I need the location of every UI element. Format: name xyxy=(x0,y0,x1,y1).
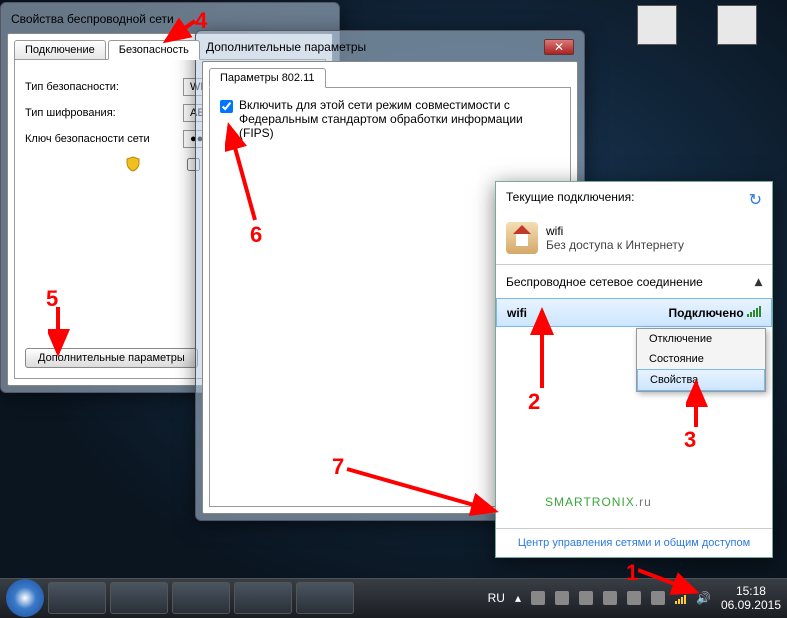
clock[interactable]: 15:18 06.09.2015 xyxy=(721,584,781,613)
desktop-icons xyxy=(627,5,767,75)
volume-icon[interactable]: 🔊 xyxy=(696,591,711,605)
tray-icon[interactable] xyxy=(627,591,641,605)
tray-icon[interactable] xyxy=(651,591,665,605)
network-name: wifi xyxy=(546,224,684,238)
advanced-params-button[interactable]: Дополнительные параметры xyxy=(25,348,198,368)
signal-icon xyxy=(747,305,761,317)
ctx-state[interactable]: Состояние xyxy=(637,349,765,369)
tray-icon[interactable] xyxy=(579,591,593,605)
home-network-icon xyxy=(506,222,538,254)
wifi-context-menu: Отключение Состояние Свойства xyxy=(636,328,766,392)
chevron-up-icon: ▴ xyxy=(755,273,762,290)
taskbar-app[interactable] xyxy=(172,582,230,614)
taskbar: RU ▴ 🔊 15:18 06.09.2015 xyxy=(0,578,787,618)
tray-icon[interactable] xyxy=(603,591,617,605)
taskbar-app[interactable] xyxy=(234,582,292,614)
wifi-connections-popup: Текущие подключения: ↻ wifi Без доступа … xyxy=(495,181,773,558)
close-icon: ✕ xyxy=(554,40,564,54)
tab-connection[interactable]: Подключение xyxy=(14,40,106,60)
current-connections-label: Текущие подключения: xyxy=(506,190,634,204)
titlebar[interactable]: Свойства беспроводной сети xyxy=(7,9,333,29)
tab-security[interactable]: Безопасность xyxy=(108,40,200,60)
desktop-icon[interactable] xyxy=(707,5,767,75)
start-button[interactable] xyxy=(6,579,44,617)
wifi-tray-icon[interactable] xyxy=(675,592,686,604)
fips-label: Включить для этой сети режим совместимос… xyxy=(239,98,560,140)
wifi-row-status: Подключено xyxy=(668,306,743,320)
ctx-properties[interactable]: Свойства xyxy=(637,369,765,391)
titlebar[interactable]: Дополнительные параметры ✕ xyxy=(202,37,578,57)
encryption-label: Тип шифрования: xyxy=(25,107,175,119)
desktop-icon[interactable] xyxy=(627,5,687,75)
wifi-list-row[interactable]: wifi Подключено xyxy=(496,298,772,327)
taskbar-app[interactable] xyxy=(110,582,168,614)
close-button[interactable]: ✕ xyxy=(544,39,574,55)
ctx-disconnect[interactable]: Отключение xyxy=(637,329,765,349)
tray-icon[interactable] xyxy=(555,591,569,605)
window-title: Дополнительные параметры xyxy=(206,40,544,54)
language-indicator[interactable]: RU xyxy=(488,591,505,605)
fips-checkbox[interactable] xyxy=(220,100,233,113)
network-status: Без доступа к Интернету xyxy=(546,238,684,252)
taskbar-app[interactable] xyxy=(296,582,354,614)
wireless-section-toggle[interactable]: Беспроводное сетевое соединение ▴ xyxy=(496,264,772,298)
tray-icon[interactable] xyxy=(531,591,545,605)
security-type-label: Тип безопасности: xyxy=(25,81,175,93)
network-center-link[interactable]: Центр управления сетями и общим доступом xyxy=(496,528,772,557)
window-title: Свойства беспроводной сети xyxy=(11,12,329,26)
tray-up-icon[interactable]: ▴ xyxy=(515,591,521,605)
key-label: Ключ безопасности сети xyxy=(25,133,175,145)
shield-icon xyxy=(125,156,141,172)
tab-80211[interactable]: Параметры 802.11 xyxy=(209,68,326,88)
refresh-icon[interactable]: ↻ xyxy=(749,190,762,210)
system-tray: RU ▴ 🔊 15:18 06.09.2015 xyxy=(488,584,781,613)
taskbar-app[interactable] xyxy=(48,582,106,614)
wifi-row-name: wifi xyxy=(507,306,527,320)
